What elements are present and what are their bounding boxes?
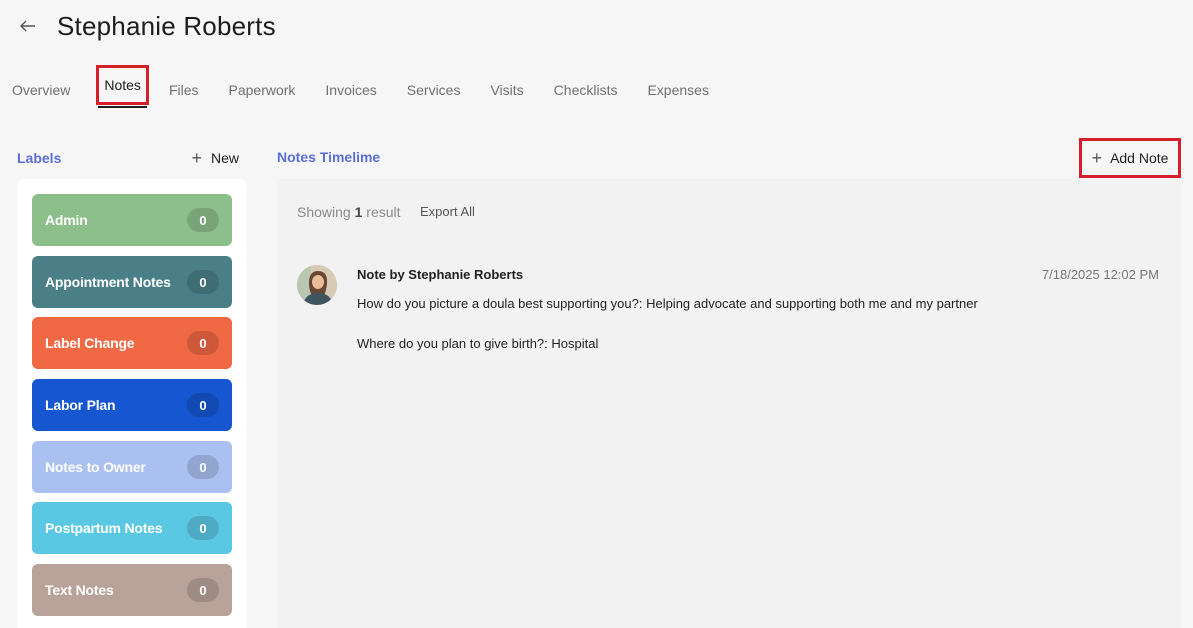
result-count: Showing 1 result <box>297 204 401 220</box>
label-count-badge: 0 <box>187 331 219 355</box>
label-name: Admin <box>45 212 88 228</box>
plus-icon: + <box>191 148 202 168</box>
label-name: Label Change <box>45 335 135 351</box>
label-name: Labor Plan <box>45 397 116 413</box>
label-count-badge: 0 <box>187 208 219 232</box>
label-labor-plan[interactable]: Labor Plan 0 <box>32 379 232 431</box>
new-label-text: New <box>210 150 239 166</box>
notes-timeline-title: Notes Timelime <box>277 149 381 165</box>
tab-visits[interactable]: Visits <box>490 82 523 98</box>
label-appointment-notes[interactable]: Appointment Notes 0 <box>32 256 232 308</box>
label-count-badge: 0 <box>187 516 219 540</box>
labels-title: Labels <box>17 150 62 166</box>
label-name: Postpartum Notes <box>45 520 163 536</box>
plus-icon: + <box>1091 148 1103 168</box>
export-all-button[interactable]: Export All <box>420 204 475 219</box>
note-date: 7/18/2025 12:02 PM <box>1041 267 1159 282</box>
labels-list: Admin 0 Appointment Notes 0 Label Change… <box>17 179 247 628</box>
tab-files[interactable]: Files <box>169 82 199 98</box>
note-text-line: Where do you plan to give birth?: Hospit… <box>357 336 599 351</box>
note-text-line: How do you picture a doula best supporti… <box>357 296 978 311</box>
page-title: Stephanie Roberts <box>57 11 276 41</box>
tab-notes[interactable]: Notes <box>96 65 149 108</box>
label-name: Appointment Notes <box>45 274 171 290</box>
label-count-badge: 0 <box>187 270 219 294</box>
labels-header: Labels + New <box>17 149 239 167</box>
add-note-label: Add Note <box>1110 150 1169 166</box>
label-postpartum-notes[interactable]: Postpartum Notes 0 <box>32 502 232 554</box>
tab-services[interactable]: Services <box>407 82 461 98</box>
avatar <box>297 265 337 305</box>
tab-checklists[interactable]: Checklists <box>554 82 618 98</box>
back-arrow-icon[interactable] <box>16 14 40 38</box>
tab-expenses[interactable]: Expenses <box>647 82 708 98</box>
label-text-notes[interactable]: Text Notes 0 <box>32 564 232 616</box>
tab-bar: Overview Notes Files Paperwork Invoices … <box>12 65 739 108</box>
notes-timeline-panel: Showing 1 result Export All Note by Step… <box>277 179 1181 628</box>
add-note-button[interactable]: + Add Note <box>1079 138 1181 178</box>
label-count-badge: 0 <box>187 578 219 602</box>
label-count-badge: 0 <box>187 455 219 479</box>
label-name: Text Notes <box>45 582 114 598</box>
tab-paperwork[interactable]: Paperwork <box>229 82 296 98</box>
label-admin[interactable]: Admin 0 <box>32 194 232 246</box>
label-label-change[interactable]: Label Change 0 <box>32 317 232 369</box>
label-count-badge: 0 <box>187 393 219 417</box>
label-name: Notes to Owner <box>45 459 146 475</box>
tab-invoices[interactable]: Invoices <box>325 82 376 98</box>
new-label-button[interactable]: + New <box>191 149 239 167</box>
tab-overview[interactable]: Overview <box>12 82 70 98</box>
result-count-number: 1 <box>354 204 363 220</box>
label-notes-to-owner[interactable]: Notes to Owner 0 <box>32 441 232 493</box>
note-author: Note by Stephanie Roberts <box>357 267 524 282</box>
client-notes-page: Stephanie Roberts Overview Notes Files P… <box>0 0 1193 628</box>
